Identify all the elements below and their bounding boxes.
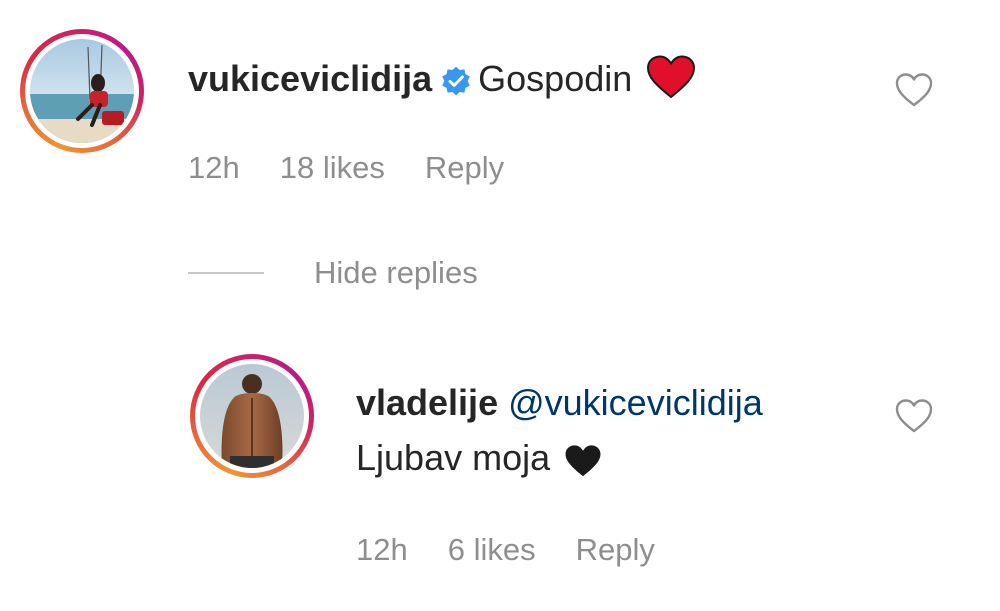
hide-replies-button[interactable]: Hide replies — [314, 255, 478, 291]
comment-time[interactable]: 12h — [188, 150, 240, 185]
reply-text: Ljubav moja — [356, 437, 551, 478]
verified-badge-icon — [442, 66, 470, 96]
avatar-vukiceviclidija[interactable] — [20, 29, 144, 153]
comment-line: vukiceviclidija Gospodin — [188, 55, 696, 99]
reply-header-line: vladelije @vukiceviclidija — [356, 383, 763, 423]
reply-mention-link[interactable]: @vukiceviclidija — [508, 382, 763, 423]
comment-username[interactable]: vukiceviclidija — [188, 58, 432, 99]
like-comment-heart-icon[interactable] — [894, 72, 934, 108]
reply-time[interactable]: 12h — [356, 532, 408, 567]
avatar-vladelije[interactable] — [190, 354, 314, 478]
avatar-photo — [30, 39, 134, 143]
black-heart-icon — [565, 445, 601, 477]
reply-meta: 12h 6 likes Reply — [356, 532, 695, 568]
avatar-photo — [200, 364, 304, 468]
reply-likes[interactable]: 6 likes — [448, 532, 536, 567]
reply-username[interactable]: vladelije — [356, 382, 498, 423]
red-heart-icon — [647, 55, 696, 99]
comment-meta: 12h 18 likes Reply — [188, 150, 544, 186]
comment-text: Gospodin — [478, 58, 633, 99]
reply-reply-button[interactable]: Reply — [576, 532, 655, 567]
reply-text-line: Ljubav moja — [356, 438, 602, 478]
like-reply-heart-icon[interactable] — [894, 398, 934, 434]
replies-divider — [188, 272, 264, 274]
comment-likes[interactable]: 18 likes — [280, 150, 385, 185]
comment-reply-button[interactable]: Reply — [425, 150, 504, 185]
